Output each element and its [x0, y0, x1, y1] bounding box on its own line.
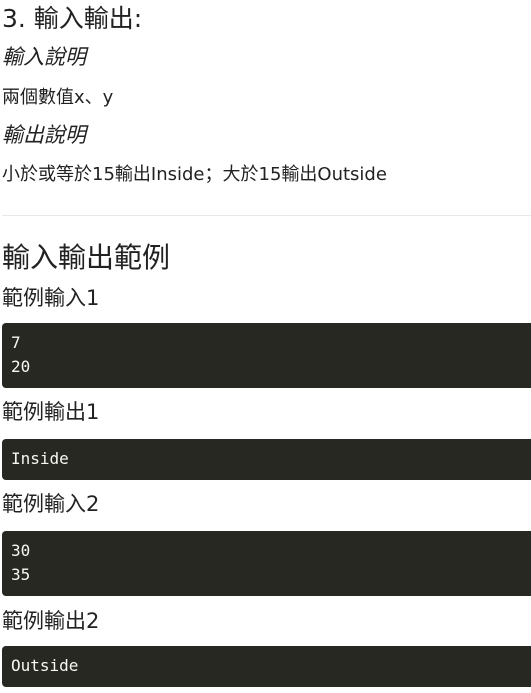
io-section-heading: 3. 輸入輸出: — [2, 4, 143, 33]
input-description-title: 輸入說明 — [2, 45, 86, 69]
output-description-title: 輸出說明 — [2, 123, 86, 147]
input-description-text: 兩個數值x、y — [2, 87, 114, 108]
sample-output-1-label: 範例輸出1 — [2, 400, 100, 424]
sample-output-1-code[interactable]: Inside — [2, 439, 531, 480]
sample-output-2-label: 範例輸出2 — [2, 609, 100, 633]
sample-input-1-label: 範例輸入1 — [2, 286, 100, 310]
output-description-text: 小於或等於15輸出Inside；大於15輸出Outside — [2, 164, 387, 185]
sample-input-2-code[interactable]: 30 35 — [2, 531, 531, 596]
sample-input-1-code[interactable]: 7 20 — [2, 323, 531, 388]
sample-input-2-label: 範例輸入2 — [2, 492, 100, 516]
examples-heading: 輸入輸出範例 — [2, 241, 171, 274]
sample-output-2-code[interactable]: Outside — [2, 646, 531, 687]
section-divider — [2, 215, 531, 216]
